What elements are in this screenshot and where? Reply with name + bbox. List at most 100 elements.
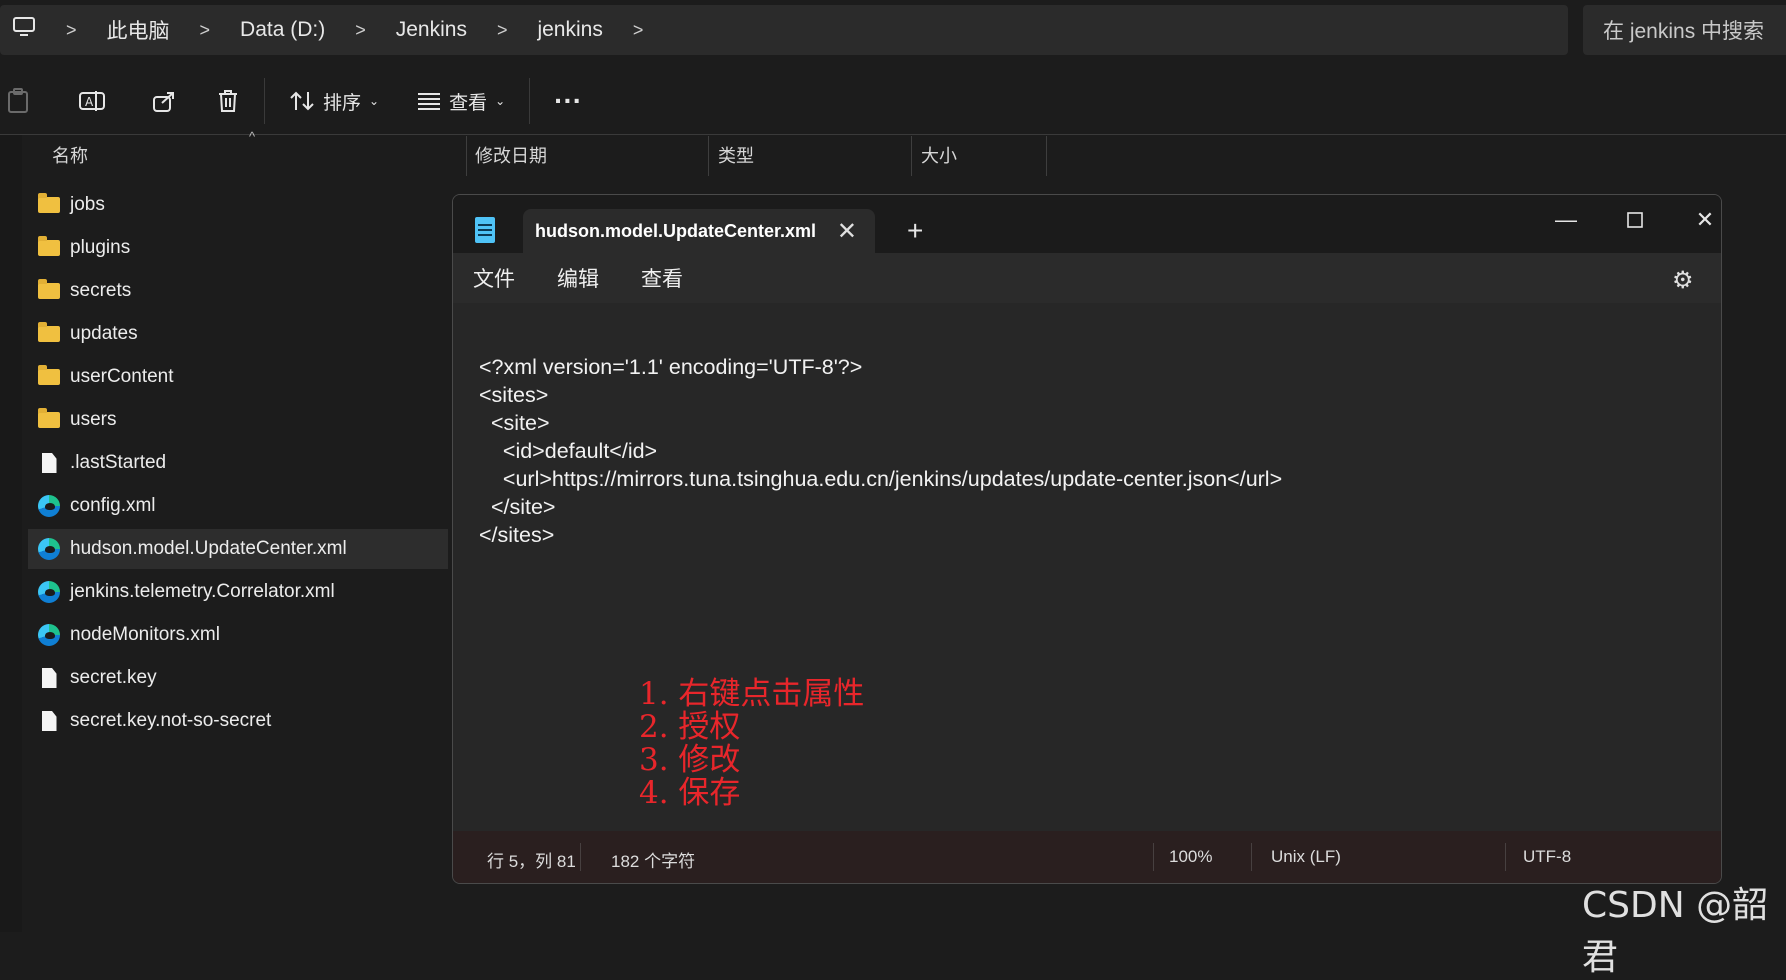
folder-icon: [36, 279, 62, 302]
rename-icon: A: [79, 91, 105, 111]
share-icon: [153, 92, 174, 112]
share-button[interactable]: [146, 81, 182, 121]
code-line: <?xml version='1.1' encoding='UTF-8'?>: [479, 355, 863, 379]
column-size-label: 大小: [921, 146, 957, 166]
edge-icon: [36, 538, 62, 560]
file-row[interactable]: users: [28, 400, 448, 440]
navigation-pane[interactable]: [0, 135, 22, 932]
svg-text:A: A: [85, 95, 94, 109]
trash-icon: [219, 90, 237, 112]
file-row[interactable]: secret.key.not-so-secret: [28, 701, 448, 741]
file-name: updates: [70, 323, 138, 344]
file-name: users: [70, 409, 117, 430]
notepad-tab[interactable]: hudson.model.UpdateCenter.xml ✕: [523, 209, 875, 254]
file-row[interactable]: secrets: [28, 271, 448, 311]
minimize-button[interactable]: —: [1546, 205, 1586, 235]
sort-icon: [290, 91, 314, 111]
code-line: </sites>: [479, 523, 555, 547]
delete-button[interactable]: [210, 81, 246, 121]
breadcrumb-data-drive[interactable]: Data (D:): [240, 18, 325, 42]
column-name-label: 名称: [52, 146, 88, 166]
file-name: userContent: [70, 366, 174, 387]
folder-icon: [36, 322, 62, 345]
edge-icon: [36, 624, 62, 646]
menu-file[interactable]: 文件: [473, 263, 515, 293]
file-row[interactable]: userContent: [28, 357, 448, 397]
new-tab-button[interactable]: +: [907, 215, 923, 247]
clipboard-icon: [8, 88, 28, 113]
breadcrumb-this-pc[interactable]: 此电脑: [107, 15, 170, 45]
maximize-icon: [1627, 212, 1643, 228]
file-row[interactable]: jobs: [28, 185, 448, 225]
column-header-size[interactable]: 大小: [921, 135, 1041, 175]
status-zoom[interactable]: 100%: [1169, 847, 1212, 867]
editor-content[interactable]: <?xml version='1.1' encoding='UTF-8'?> <s…: [479, 325, 1282, 605]
breadcrumb-jenkins[interactable]: jenkins: [537, 18, 602, 42]
tab-close-icon[interactable]: ✕: [837, 217, 857, 246]
code-line: </site>: [479, 495, 556, 519]
status-divider: [1251, 843, 1252, 871]
file-row[interactable]: config.xml: [28, 486, 448, 526]
file-row[interactable]: .lastStarted: [28, 443, 448, 483]
annotation-line: 2. 授权: [639, 709, 741, 745]
column-divider[interactable]: [1046, 136, 1047, 176]
file-name: secret.key: [70, 667, 157, 688]
column-divider[interactable]: [466, 136, 467, 176]
file-row[interactable]: plugins: [28, 228, 448, 268]
menu-view[interactable]: 查看: [641, 263, 683, 293]
file-row[interactable]: hudson.model.UpdateCenter.xml: [28, 529, 448, 569]
file-row[interactable]: updates: [28, 314, 448, 354]
view-button[interactable]: 查看 ⌄: [417, 81, 505, 121]
file-row[interactable]: nodeMonitors.xml: [28, 615, 448, 655]
maximize-button[interactable]: [1615, 205, 1655, 235]
file-row[interactable]: jenkins.telemetry.Correlator.xml: [28, 572, 448, 612]
settings-gear-icon[interactable]: ⚙: [1672, 266, 1694, 295]
column-header-name[interactable]: 名称 ^: [52, 129, 452, 175]
chevron-right-icon: >: [199, 19, 211, 40]
code-line: <url>https://mirrors.tuna.tsinghua.edu.c…: [479, 467, 1283, 491]
tab-title: hudson.model.UpdateCenter.xml: [535, 221, 817, 241]
status-encoding[interactable]: UTF-8: [1523, 847, 1571, 867]
column-divider[interactable]: [911, 136, 912, 176]
code-line: <id>default</id>: [479, 439, 658, 463]
file-icon: [36, 452, 62, 474]
toolbar-divider: [264, 78, 265, 124]
computer-icon[interactable]: [12, 16, 36, 44]
status-line-ending[interactable]: Unix (LF): [1271, 847, 1341, 867]
file-row[interactable]: secret.key: [28, 658, 448, 698]
edge-icon: [36, 495, 62, 517]
column-divider[interactable]: [708, 136, 709, 176]
edge-icon: [36, 581, 62, 603]
folder-icon: [36, 193, 62, 216]
code-line: <sites>: [479, 383, 549, 407]
view-list-icon: [418, 93, 441, 110]
folder-icon: [36, 236, 62, 259]
explorer-toolbar: A 排序 ⌄ 查看 ⌄ ···: [0, 68, 1786, 134]
column-header-modified[interactable]: 修改日期: [475, 135, 705, 175]
file-name: secrets: [70, 280, 132, 301]
status-divider: [1153, 843, 1154, 871]
notepad-app-icon: [475, 217, 495, 243]
file-name: secret.key.not-so-secret: [70, 710, 272, 731]
chevron-right-icon: >: [355, 19, 366, 40]
csdn-watermark: CSDN @韶君: [1582, 885, 1769, 978]
close-button[interactable]: ✕: [1685, 205, 1721, 235]
column-header-type[interactable]: 类型: [718, 135, 908, 175]
sort-label: 排序: [323, 92, 362, 114]
rename-button[interactable]: A: [74, 81, 110, 121]
file-name: config.xml: [70, 495, 156, 516]
breadcrumb-jenkins-upper[interactable]: Jenkins: [396, 18, 467, 42]
file-name: nodeMonitors.xml: [70, 624, 220, 645]
search-input[interactable]: 在 jenkins 中搜索: [1583, 5, 1786, 55]
sort-up-icon: ^: [249, 129, 256, 144]
sort-button[interactable]: 排序 ⌄: [289, 81, 379, 121]
menu-edit[interactable]: 编辑: [557, 263, 599, 293]
address-bar[interactable]: > 此电脑 > Data (D:) > Jenkins > jenkins >: [0, 5, 1568, 55]
paste-button[interactable]: [0, 81, 36, 121]
chevron-right-icon: >: [496, 19, 508, 40]
chevron-right-icon[interactable]: >: [633, 20, 644, 41]
status-char-count: 182 个字符: [611, 852, 696, 871]
more-options-button[interactable]: ···: [554, 81, 582, 121]
status-divider: [1505, 843, 1506, 871]
text-editor-area[interactable]: <?xml version='1.1' encoding='UTF-8'?> <s…: [453, 303, 1721, 831]
